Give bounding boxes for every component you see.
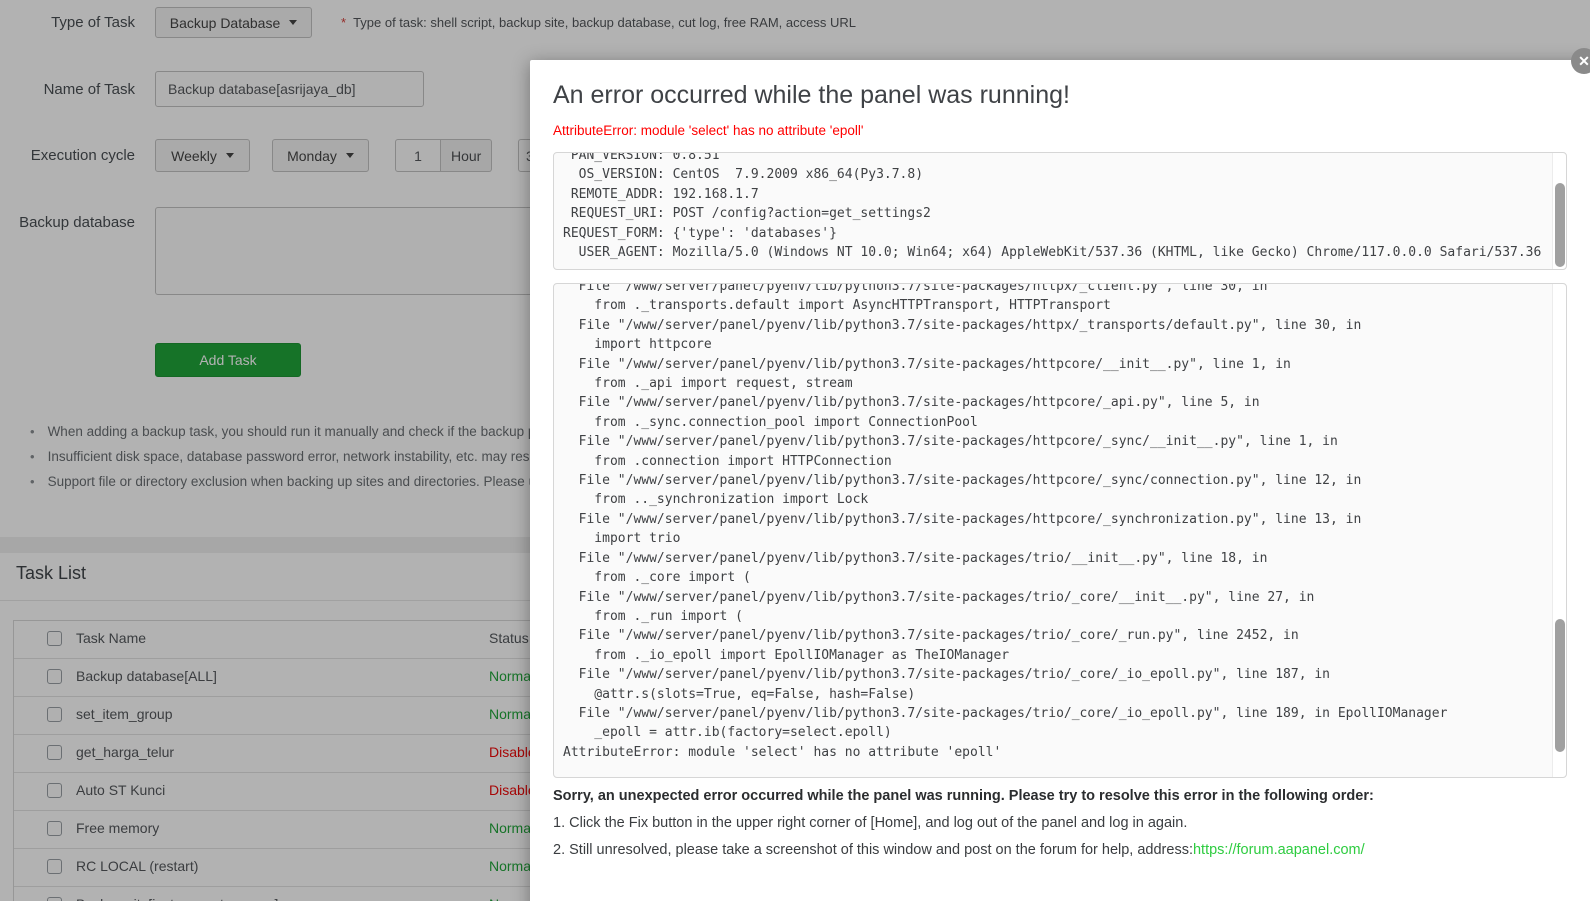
error-dialog: ✕ An error occurred while the panel was … [530, 48, 1590, 901]
traceback-log: File "/www/server/panel/pyenv/lib/python… [563, 283, 1448, 760]
environment-log-box[interactable]: PAN_VERSION: 0.8.51 OS_VERSION: CentOS 7… [553, 152, 1567, 270]
error-dialog-title: An error occurred while the panel was ru… [553, 81, 1070, 109]
resolve-step-2-text: 2. Still unresolved, please take a scree… [553, 842, 1193, 858]
scrollbar-track[interactable] [1552, 153, 1566, 269]
forum-link[interactable]: https://forum.aapanel.com/ [1193, 842, 1365, 858]
scrollbar-thumb[interactable] [1554, 183, 1565, 267]
scrollbar-thumb[interactable] [1554, 619, 1565, 753]
resolve-step-2: 2. Still unresolved, please take a scree… [553, 842, 1365, 858]
resolve-instructions-heading: Sorry, an unexpected error occurred whil… [553, 788, 1374, 804]
error-summary: AttributeError: module 'select' has no a… [553, 123, 864, 138]
resolve-step-1: 1. Click the Fix button in the upper rig… [553, 815, 1188, 831]
app-root: Type of Task Backup Database * Type of ta… [0, 0, 1590, 901]
close-icon[interactable]: ✕ [1571, 48, 1590, 74]
scrollbar-track[interactable] [1552, 284, 1566, 777]
environment-log: PAN_VERSION: 0.8.51 OS_VERSION: CentOS 7… [563, 152, 1542, 261]
traceback-log-box[interactable]: File "/www/server/panel/pyenv/lib/python… [553, 283, 1567, 778]
